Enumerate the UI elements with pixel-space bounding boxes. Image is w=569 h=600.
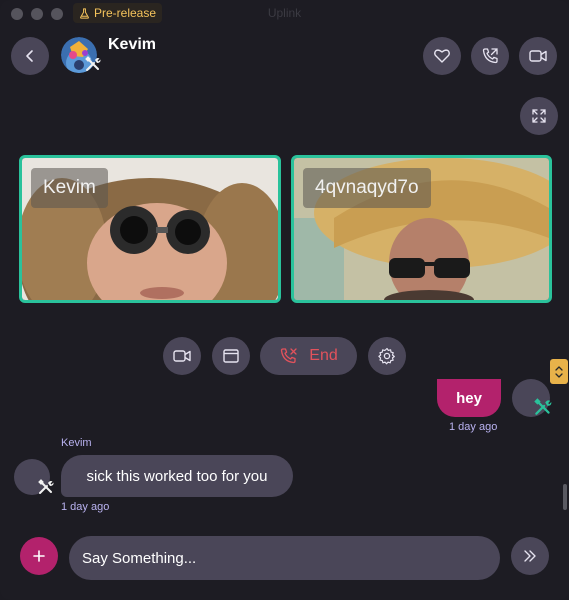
tools-icon bbox=[85, 56, 101, 71]
end-call-label: End bbox=[309, 347, 338, 364]
favorite-button[interactable] bbox=[423, 37, 461, 75]
participant-label: Kevim bbox=[31, 168, 108, 208]
send-button[interactable] bbox=[511, 537, 549, 575]
share-screen-button[interactable] bbox=[212, 337, 250, 375]
message-sender: Kevim bbox=[61, 437, 92, 449]
tools-icon bbox=[38, 479, 54, 494]
chevron-up-down-icon bbox=[555, 365, 563, 378]
back-button[interactable] bbox=[11, 37, 49, 75]
video-tile-remote[interactable]: 4qvnaqyd7o bbox=[291, 155, 552, 303]
phone-outgoing-icon bbox=[482, 48, 498, 64]
double-chevron-right-icon bbox=[524, 550, 536, 562]
window-title: Uplink bbox=[267, 6, 302, 20]
scroll-toggle-button[interactable] bbox=[550, 359, 568, 384]
app-window: Pre-release Uplink Kevim Kevim 4qvnaqyd7… bbox=[0, 0, 569, 600]
video-tile-local[interactable]: Kevim bbox=[19, 155, 281, 303]
video-camera-icon bbox=[529, 50, 547, 62]
message-input-placeholder: Say Something... bbox=[82, 549, 197, 567]
heart-icon bbox=[434, 49, 450, 63]
toggle-camera-button[interactable] bbox=[163, 337, 201, 375]
video-call-button[interactable] bbox=[519, 37, 557, 75]
contact-name[interactable]: Kevim bbox=[108, 36, 156, 54]
gear-icon bbox=[378, 347, 395, 365]
chat-scrollbar[interactable] bbox=[563, 484, 567, 510]
plus-icon bbox=[33, 550, 45, 562]
fullscreen-button[interactable] bbox=[520, 97, 558, 135]
participant-label: 4qvnaqyd7o bbox=[303, 168, 431, 208]
add-attachment-button[interactable] bbox=[20, 537, 58, 575]
expand-icon bbox=[532, 109, 546, 123]
tools-icon bbox=[534, 398, 552, 415]
title-bar: Pre-release Uplink bbox=[0, 0, 569, 26]
chevron-left-icon bbox=[26, 50, 33, 62]
video-camera-icon bbox=[173, 350, 191, 362]
message-bubble-outgoing[interactable]: hey bbox=[437, 379, 501, 417]
message-timestamp: 1 day ago bbox=[449, 421, 498, 433]
message-timestamp: 1 day ago bbox=[61, 501, 110, 513]
phone-hangup-icon bbox=[281, 348, 297, 364]
window-icon bbox=[223, 349, 239, 363]
message-bubble-incoming[interactable]: sick this worked too for you bbox=[61, 455, 293, 497]
end-call-button[interactable]: End bbox=[260, 337, 357, 375]
call-button[interactable] bbox=[471, 37, 509, 75]
call-settings-button[interactable] bbox=[368, 337, 406, 375]
message-input[interactable]: Say Something... bbox=[69, 536, 500, 580]
